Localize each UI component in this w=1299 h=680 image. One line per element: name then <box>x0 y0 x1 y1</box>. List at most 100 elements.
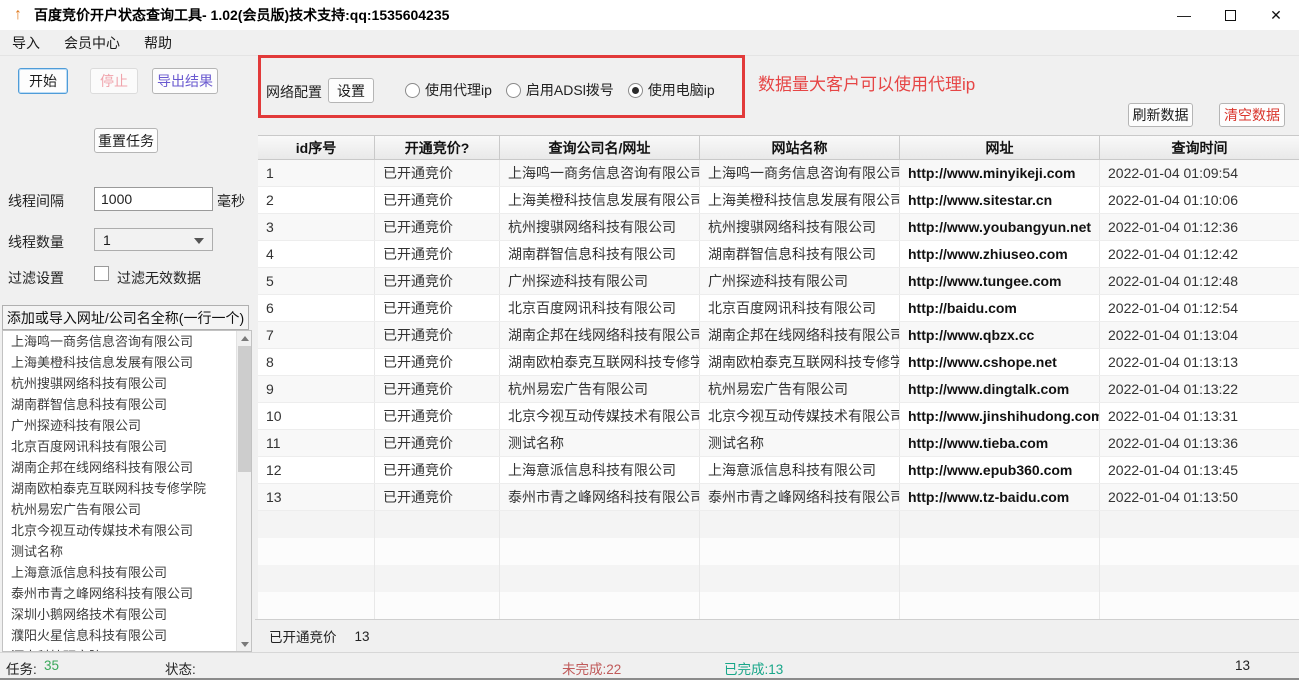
column-header-time[interactable]: 查询时间 <box>1100 136 1299 159</box>
minimize-icon[interactable]: — <box>1161 0 1207 30</box>
list-item[interactable]: 测试名称 <box>3 541 236 562</box>
menu-import[interactable]: 导入 <box>0 30 52 56</box>
cell-company: 广州探迹科技有限公司 <box>500 268 700 294</box>
clear-data-button[interactable]: 清空数据 <box>1219 103 1285 127</box>
cell-sitename: 杭州搜骐网络科技有限公司 <box>700 214 900 240</box>
list-item[interactable]: 北京今视互动传媒技术有限公司 <box>3 520 236 541</box>
menu-member-center[interactable]: 会员中心 <box>52 30 132 56</box>
table-row[interactable]: 7 已开通竞价 湖南企邦在线网络科技有限公司 湖南企邦在线网络科技有限公司 ht… <box>258 322 1299 349</box>
cell-bidding-status: 已开通竞价 <box>375 457 500 483</box>
status-bar: 任务: 35 状态: 未完成:22 已完成:13 13 <box>0 652 1299 678</box>
cell-bidding-status: 已开通竞价 <box>375 295 500 321</box>
cell-bidding-status: 已开通竞价 <box>375 430 500 456</box>
cell-sitename: 北京百度网讯科技有限公司 <box>700 295 900 321</box>
list-item[interactable]: 泰州市青之峰网络科技有限公司 <box>3 583 236 604</box>
scroll-up-icon[interactable] <box>237 331 252 345</box>
reset-task-button[interactable]: 重置任务 <box>94 128 158 153</box>
thread-count-label: 线程数量 <box>8 232 64 252</box>
radio-icon <box>628 83 643 98</box>
list-item[interactable]: 上海鸣一商务信息咨询有限公司 <box>3 331 236 352</box>
table-row[interactable]: 8 已开通竞价 湖南欧柏泰克互联网科技专修学院 湖南欧柏泰克互联网科技专修学院 … <box>258 349 1299 376</box>
cell-id: 12 <box>258 457 375 483</box>
column-header-company[interactable]: 查询公司名/网址 <box>500 136 700 159</box>
cell-url: http://www.dingtalk.com <box>900 376 1100 402</box>
table-row[interactable]: 5 已开通竞价 广州探迹科技有限公司 广州探迹科技有限公司 http://www… <box>258 268 1299 295</box>
scrollbar-thumb[interactable] <box>238 346 251 472</box>
table-row[interactable]: 9 已开通竞价 杭州易宏广告有限公司 杭州易宏广告有限公司 http://www… <box>258 376 1299 403</box>
column-header-sitename[interactable]: 网站名称 <box>700 136 900 159</box>
close-icon[interactable]: ✕ <box>1253 0 1299 30</box>
table-row[interactable]: 13 已开通竞价 泰州市青之峰网络科技有限公司 泰州市青之峰网络科技有限公司 h… <box>258 484 1299 511</box>
list-item[interactable]: 深圳小鹅网络技术有限公司 <box>3 604 236 625</box>
table-row[interactable]: 1 已开通竞价 上海鸣一商务信息咨询有限公司 上海鸣一商务信息咨询有限公司 ht… <box>258 160 1299 187</box>
list-item[interactable]: 杭州搜骐网络科技有限公司 <box>3 373 236 394</box>
list-item[interactable]: 上海美橙科技信息发展有限公司 <box>3 352 236 373</box>
thread-interval-label: 线程间隔 <box>8 191 64 211</box>
radio-icon <box>506 83 521 98</box>
cell-query-time: 2022-01-04 01:12:36 <box>1100 214 1299 240</box>
ip-mode-radio[interactable]: 启用ADSl拨号 <box>506 80 614 100</box>
menu-bar: 导入 会员中心 帮助 <box>0 30 1299 56</box>
cell-sitename: 杭州易宏广告有限公司 <box>700 376 900 402</box>
filter-invalid-checkbox[interactable] <box>94 266 109 281</box>
cell-bidding-status: 已开通竞价 <box>375 268 500 294</box>
table-row[interactable]: 12 已开通竞价 上海意派信息科技有限公司 上海意派信息科技有限公司 http:… <box>258 457 1299 484</box>
cell-bidding-status: 已开通竞价 <box>375 376 500 402</box>
cell-company: 湖南群智信息科技有限公司 <box>500 241 700 267</box>
table-row[interactable]: 2 已开通竞价 上海美橙科技信息发展有限公司 上海美橙科技信息发展有限公司 ht… <box>258 187 1299 214</box>
scroll-down-icon[interactable] <box>237 637 252 651</box>
table-row[interactable]: 6 已开通竞价 北京百度网讯科技有限公司 北京百度网讯科技有限公司 http:/… <box>258 295 1299 322</box>
refresh-data-button[interactable]: 刷新数据 <box>1128 103 1193 127</box>
list-item[interactable]: 濮阳火星信息科技有限公司 <box>3 625 236 646</box>
cell-company: 杭州搜骐网络科技有限公司 <box>500 214 700 240</box>
company-list[interactable]: 上海鸣一商务信息咨询有限公司 上海美橙科技信息发展有限公司 杭州搜骐网络科技有限… <box>2 330 252 652</box>
task-label: 任务: <box>6 658 37 678</box>
cell-company: 泰州市青之峰网络科技有限公司 <box>500 484 700 510</box>
cell-url: http://www.jinshihudong.com <box>900 403 1100 429</box>
column-header-url[interactable]: 网址 <box>900 136 1100 159</box>
footer-bidding-label: 已开通竞价 <box>269 626 337 646</box>
radio-label: 使用代理ip <box>425 80 492 100</box>
cell-url: http://www.epub360.com <box>900 457 1100 483</box>
cell-query-time: 2022-01-04 01:13:22 <box>1100 376 1299 402</box>
list-item[interactable]: 杭州易宏广告有限公司 <box>3 499 236 520</box>
cell-query-time: 2022-01-04 01:13:13 <box>1100 349 1299 375</box>
table-row[interactable]: 3 已开通竞价 杭州搜骐网络科技有限公司 杭州搜骐网络科技有限公司 http:/… <box>258 214 1299 241</box>
list-item[interactable]: 广州探迹科技有限公司 <box>3 415 236 436</box>
cell-sitename: 上海鸣一商务信息咨询有限公司 <box>700 160 900 186</box>
list-item[interactable]: 湖南欧柏泰克互联网科技专修学院 <box>3 478 236 499</box>
network-settings-button[interactable]: 设置 <box>328 78 374 103</box>
table-header-row: id序号 开通竞价? 查询公司名/网址 网站名称 网址 查询时间 <box>258 135 1299 160</box>
cell-query-time: 2022-01-04 01:13:50 <box>1100 484 1299 510</box>
list-item[interactable]: 上海意派信息科技有限公司 <box>3 562 236 583</box>
list-item[interactable]: 北京百度网讯科技有限公司 <box>3 436 236 457</box>
ip-mode-radio[interactable]: 使用电脑ip <box>628 80 715 100</box>
list-scrollbar[interactable] <box>236 331 251 651</box>
column-header-bidding[interactable]: 开通竞价? <box>375 136 500 159</box>
done-count: 已完成:13 <box>724 658 783 678</box>
radio-label: 启用ADSl拨号 <box>526 80 614 100</box>
cell-bidding-status: 已开通竞价 <box>375 241 500 267</box>
export-results-button[interactable]: 导出结果 <box>152 68 218 94</box>
maximize-icon[interactable] <box>1207 0 1253 30</box>
cell-query-time: 2022-01-04 01:12:48 <box>1100 268 1299 294</box>
cell-id: 4 <box>258 241 375 267</box>
table-row[interactable]: 4 已开通竞价 湖南群智信息科技有限公司 湖南群智信息科技有限公司 http:/… <box>258 241 1299 268</box>
column-header-id[interactable]: id序号 <box>258 136 375 159</box>
cell-sitename: 上海意派信息科技有限公司 <box>700 457 900 483</box>
start-button[interactable]: 开始 <box>18 68 68 94</box>
thread-interval-input[interactable] <box>94 187 213 211</box>
list-item[interactable]: 湖南企邦在线网络科技有限公司 <box>3 457 236 478</box>
statusbar-right-count: 13 <box>1235 658 1250 673</box>
thread-count-dropdown[interactable]: 1 <box>94 228 213 251</box>
app-icon: ↑ <box>10 6 26 24</box>
menu-help[interactable]: 帮助 <box>132 30 184 56</box>
cell-query-time: 2022-01-04 01:09:54 <box>1100 160 1299 186</box>
add-import-list-header[interactable]: 添加或导入网址/公司名全称(一行一个) <box>2 305 249 330</box>
table-row[interactable]: 10 已开通竞价 北京今视互动传媒技术有限公司 北京今视互动传媒技术有限公司 h… <box>258 403 1299 430</box>
ip-mode-radio[interactable]: 使用代理ip <box>405 80 492 100</box>
table-row[interactable]: 11 已开通竞价 测试名称 测试名称 http://www.tieba.com … <box>258 430 1299 457</box>
list-item[interactable]: 湖南群智信息科技有限公司 <box>3 394 236 415</box>
window-controls: — ✕ <box>1161 0 1299 30</box>
stop-button[interactable]: 停止 <box>90 68 138 94</box>
